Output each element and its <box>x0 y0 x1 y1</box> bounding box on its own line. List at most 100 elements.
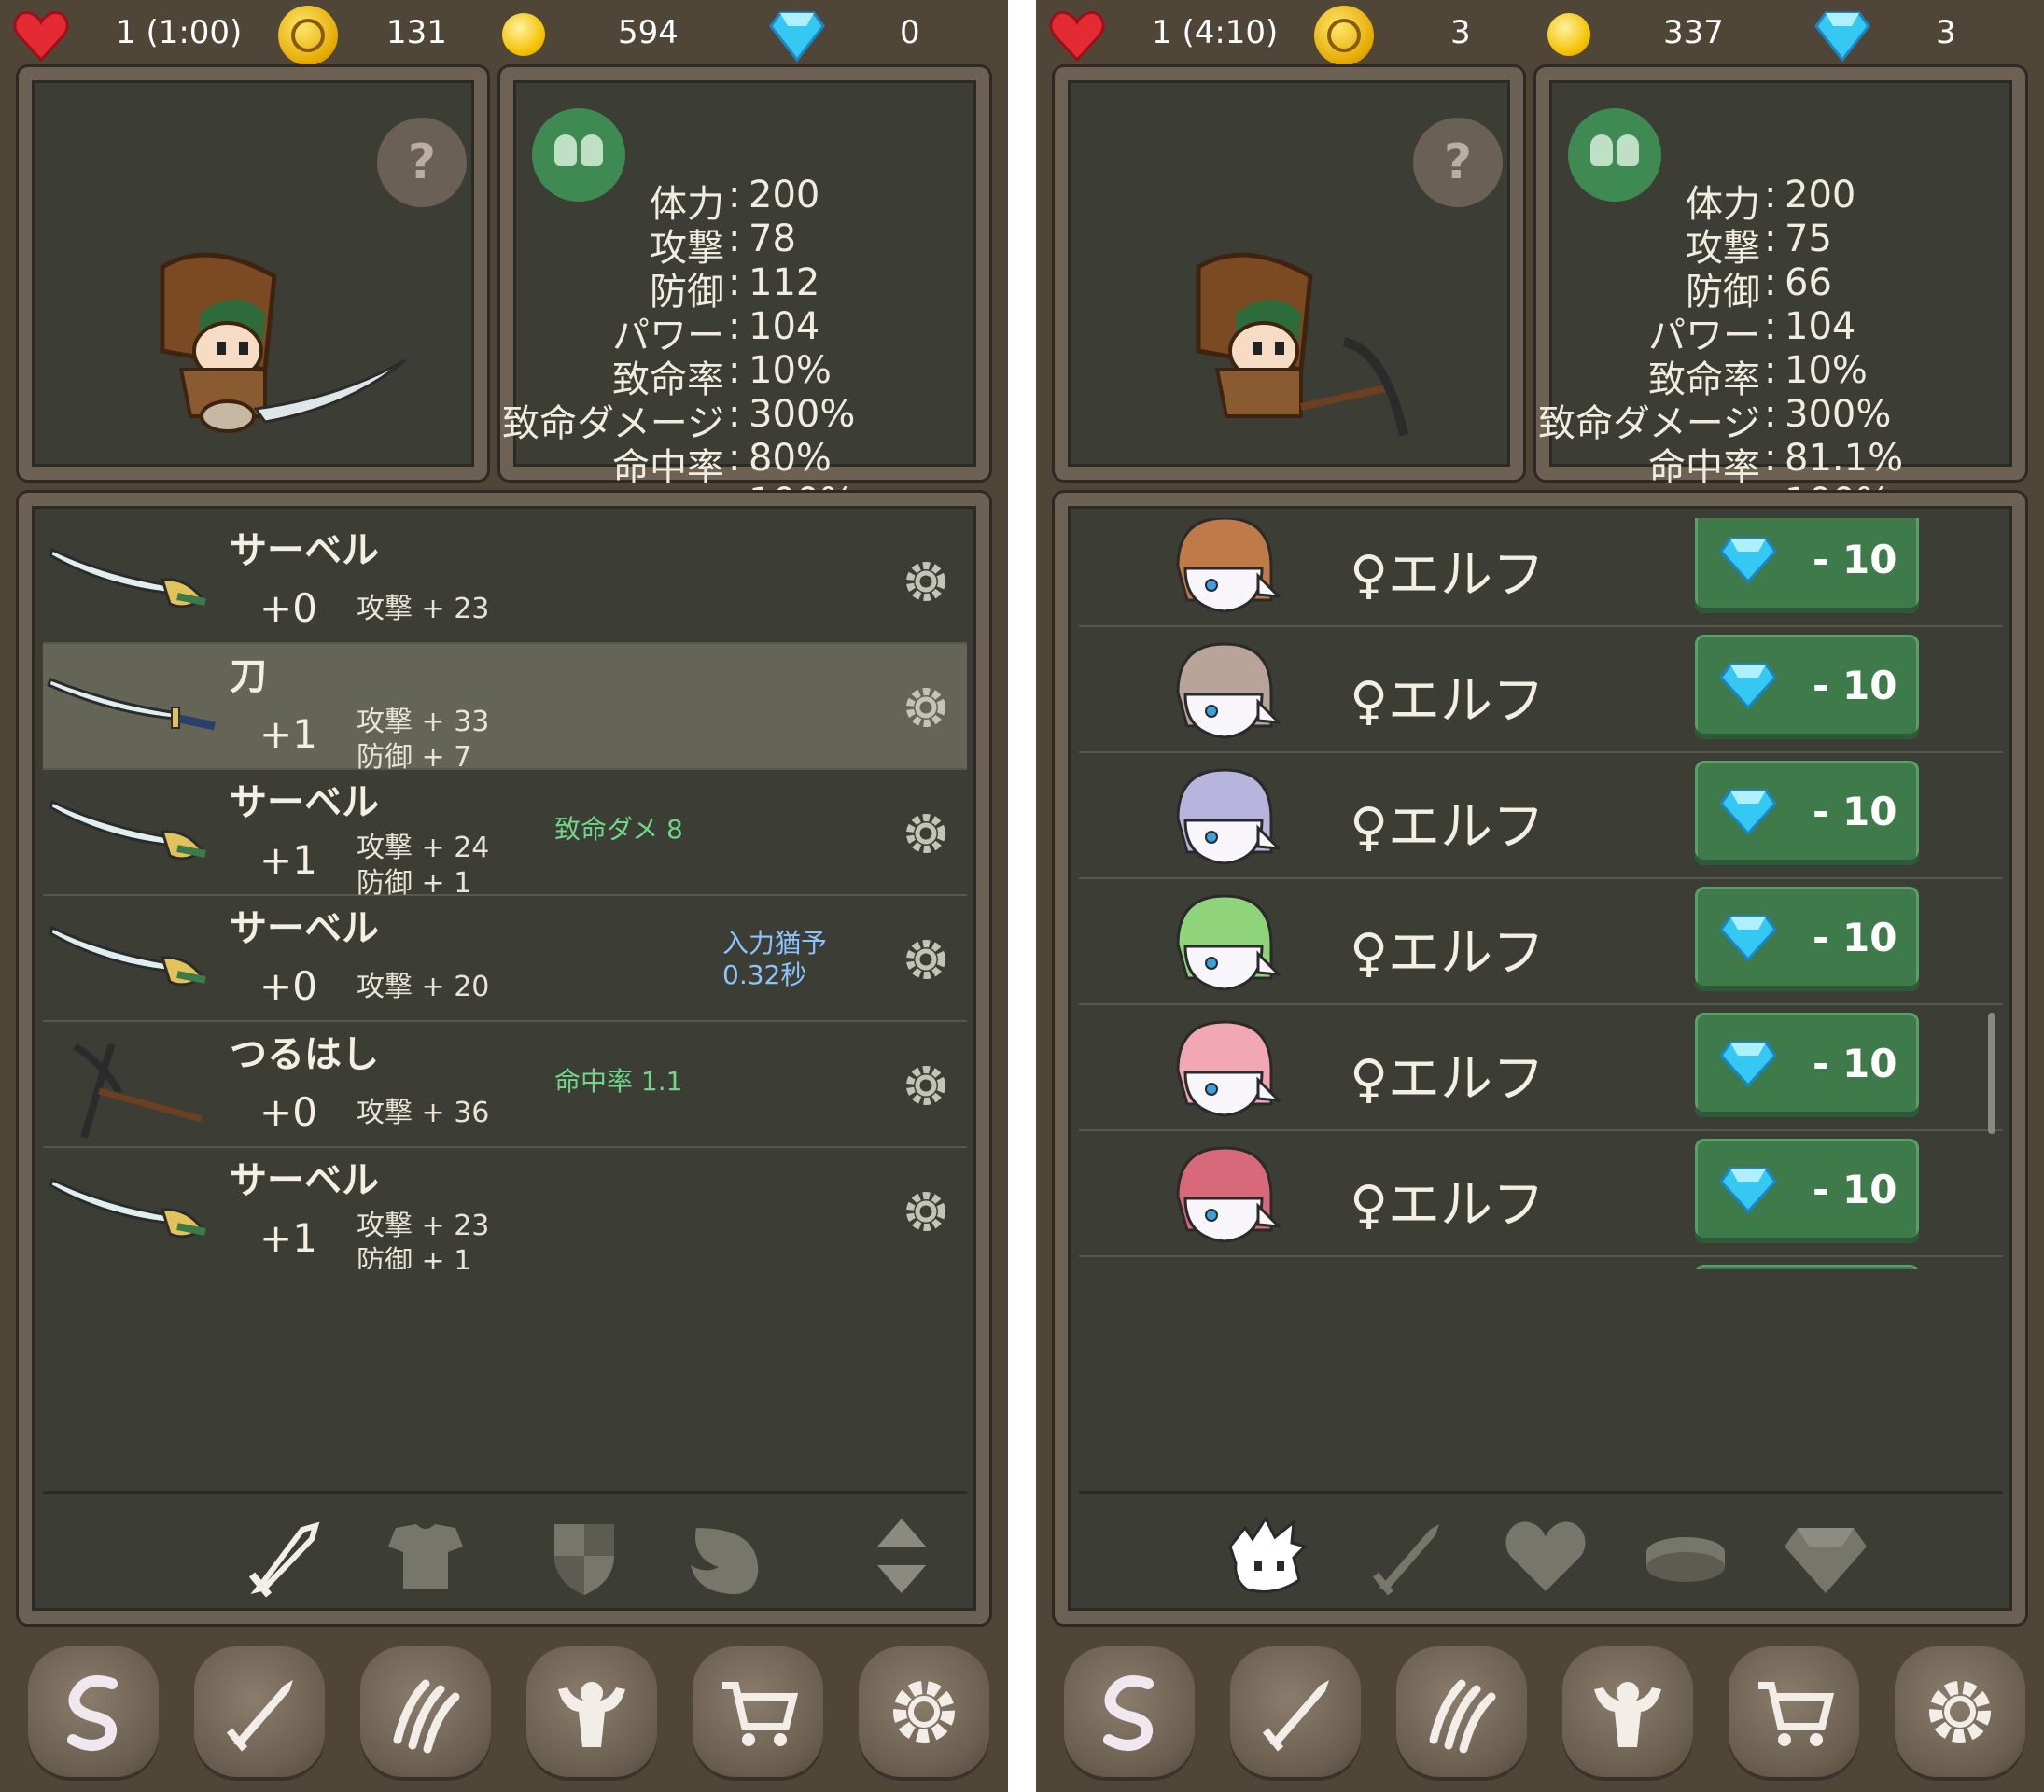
buy-race-button[interactable]: - 10 <box>1695 761 1919 865</box>
claw-nav-button[interactable] <box>1396 1646 1527 1777</box>
weapon-bonus: 入力猶予 0.32秒 <box>722 928 828 990</box>
wing-tab-icon[interactable] <box>678 1509 771 1603</box>
stat-value: 112 <box>749 261 820 304</box>
sort-arrows-icon[interactable] <box>855 1509 948 1603</box>
weapon-row[interactable]: つるはし +0 攻撃 + 36 命中率 1.1 <box>43 1022 967 1148</box>
buy-race-button[interactable]: - 10 <box>1695 887 1919 991</box>
weapon-list[interactable]: サーベル +0 攻撃 + 23 刀 +1 攻撃 + 33 防御 + 7 サーベル +1 攻撃 + … <box>43 518 967 1269</box>
gem-icon <box>1719 1167 1777 1213</box>
settings-icon <box>893 1681 955 1743</box>
dragon-icon <box>1103 1675 1154 1751</box>
gear-icon[interactable] <box>902 809 950 858</box>
race-cost: - 10 <box>1813 1041 1897 1086</box>
race-row[interactable]: ♀エルフ - 10 <box>1079 1005 2003 1131</box>
gear-icon[interactable] <box>902 1061 950 1110</box>
race-row[interactable]: ♀エルフ - 10 <box>1079 518 2003 627</box>
gear-icon[interactable] <box>902 935 950 984</box>
sword-tab-icon[interactable] <box>239 1509 332 1603</box>
buy-race-button[interactable]: - 10 <box>1695 1013 1919 1117</box>
stat-row: 致命率:10% <box>513 349 961 401</box>
stat-value: 104 <box>749 305 820 348</box>
gem-icon <box>1719 915 1777 961</box>
race-name: ♀エルフ <box>1350 1175 1546 1236</box>
cart-icon <box>722 1682 799 1746</box>
stat-separator: : <box>1764 174 1777 217</box>
medal-counter: 131 <box>386 14 447 51</box>
shield-tab-icon[interactable] <box>538 1509 631 1603</box>
gem-tab-icon[interactable] <box>1779 1509 1872 1603</box>
buy-race-button[interactable]: - 10 <box>1695 518 1919 613</box>
training-nav-button[interactable] <box>1562 1646 1693 1777</box>
main-navigation <box>0 1631 1008 1792</box>
weapon-tab-icon[interactable] <box>1359 1509 1452 1603</box>
gem-counter: 3 <box>1936 14 1956 51</box>
character-avatar <box>160 252 406 433</box>
weapon-name: サーベル <box>230 1159 379 1202</box>
race-row[interactable]: ♂ヒューマン- 10 <box>1079 1257 2003 1269</box>
buy-race-button[interactable]: - 10 <box>1695 635 1919 739</box>
weapon-row[interactable]: サーベル +0 攻撃 + 20 入力猶予 0.32秒 <box>43 896 967 1022</box>
stat-value: 200 <box>1785 174 1856 217</box>
stat-row: 体力:200 <box>513 174 961 226</box>
race-row[interactable]: ♀エルフ - 10 <box>1079 627 2003 753</box>
sword-icon <box>226 1680 293 1752</box>
weapon-bonus: 致命ダメ 8 <box>554 814 683 845</box>
weapon-enhance-level: +0 <box>259 963 317 1009</box>
medal-icon <box>1314 6 1374 65</box>
shop-nav-button[interactable] <box>693 1646 823 1777</box>
claw-icon <box>1429 1679 1496 1754</box>
heart-tab-icon[interactable] <box>1499 1509 1592 1603</box>
strongman-icon <box>1594 1682 1661 1747</box>
stat-row: 防御:112 <box>513 261 961 314</box>
weapon-enhance-level: +0 <box>259 585 317 631</box>
weapon-nav-button[interactable] <box>1230 1646 1361 1777</box>
sword-icon <box>1262 1680 1329 1752</box>
settings-nav-button[interactable] <box>859 1646 989 1777</box>
dragon-nav-button[interactable] <box>1064 1646 1195 1777</box>
equipment-tab-bar <box>43 1491 967 1616</box>
buy-race-button[interactable]: - 10 <box>1695 1139 1919 1243</box>
weapon-bonus: 命中率 1.1 <box>554 1066 683 1097</box>
race-cost: - 10 <box>1813 1167 1897 1212</box>
saber-icon <box>49 547 206 609</box>
weapon-nav-button[interactable] <box>194 1646 325 1777</box>
weapon-stat: 防御 + 1 <box>357 1245 472 1269</box>
stats-panel: 体力:200 攻撃:75 防御:66 パワー:104 致命率:10% 致命ダメージ:300… <box>1536 67 2025 533</box>
shop-nav-button[interactable] <box>1729 1646 1859 1777</box>
stat-value: 10% <box>1785 349 1868 392</box>
gear-icon[interactable] <box>902 683 950 732</box>
equipment-screen: 1 (1:00) 131 594 0 ? 体力:200 攻撃:78 防御:112 パワ… <box>0 0 1008 1792</box>
character-preview-panel: ? <box>1055 67 1523 480</box>
stat-value: 104 <box>1785 305 1856 348</box>
weapon-stat: 攻撃 + 20 <box>357 971 490 1003</box>
stat-separator: : <box>728 437 741 480</box>
stat-value: 66 <box>1785 261 1832 304</box>
help-button[interactable]: ? <box>377 118 467 207</box>
armor-tab-icon[interactable] <box>379 1509 472 1603</box>
race-row[interactable]: ♀エルフ - 10 <box>1079 879 2003 1005</box>
weapon-row[interactable]: サーベル +0 攻撃 + 23 <box>43 518 967 644</box>
resource-bar: 1 (4:10) 3 337 3 <box>1036 0 2044 67</box>
scrollbar[interactable] <box>1988 1013 1995 1134</box>
weapon-row[interactable]: 刀 +1 攻撃 + 33 防御 + 7 <box>43 644 967 774</box>
training-nav-button[interactable] <box>526 1646 657 1777</box>
buy-race-button[interactable]: - 10 <box>1695 1265 1919 1269</box>
gear-icon[interactable] <box>902 557 950 606</box>
race-name: ♀エルフ <box>1350 797 1546 858</box>
weapon-row[interactable]: サーベル +1 攻撃 + 24 防御 + 1 致命ダメ 8 <box>43 770 967 900</box>
coin-tab-icon[interactable] <box>1639 1509 1732 1603</box>
gear-icon[interactable] <box>902 1187 950 1236</box>
dragon-nav-button[interactable] <box>28 1646 159 1777</box>
settings-nav-button[interactable] <box>1895 1646 2025 1777</box>
weapon-row[interactable]: サーベル +1 攻撃 + 23 防御 + 1 <box>43 1148 967 1269</box>
weapon-name: サーベル <box>230 907 379 950</box>
face-tab-icon[interactable] <box>1219 1509 1312 1603</box>
race-list[interactable]: ♀エルフ - 10 ♀エルフ - 10 ♀エルフ - 10 ♀エルフ - 10 ♀エルフ - 10… <box>1079 518 2003 1269</box>
saber-icon <box>49 1177 206 1239</box>
stat-value: 10% <box>749 349 832 392</box>
claw-nav-button[interactable] <box>360 1646 491 1777</box>
race-row[interactable]: ♀エルフ - 10 <box>1079 753 2003 879</box>
help-button[interactable]: ? <box>1413 118 1503 207</box>
race-row[interactable]: ♀エルフ - 10 <box>1079 1131 2003 1257</box>
weapon-enhance-level: +0 <box>259 1089 317 1135</box>
